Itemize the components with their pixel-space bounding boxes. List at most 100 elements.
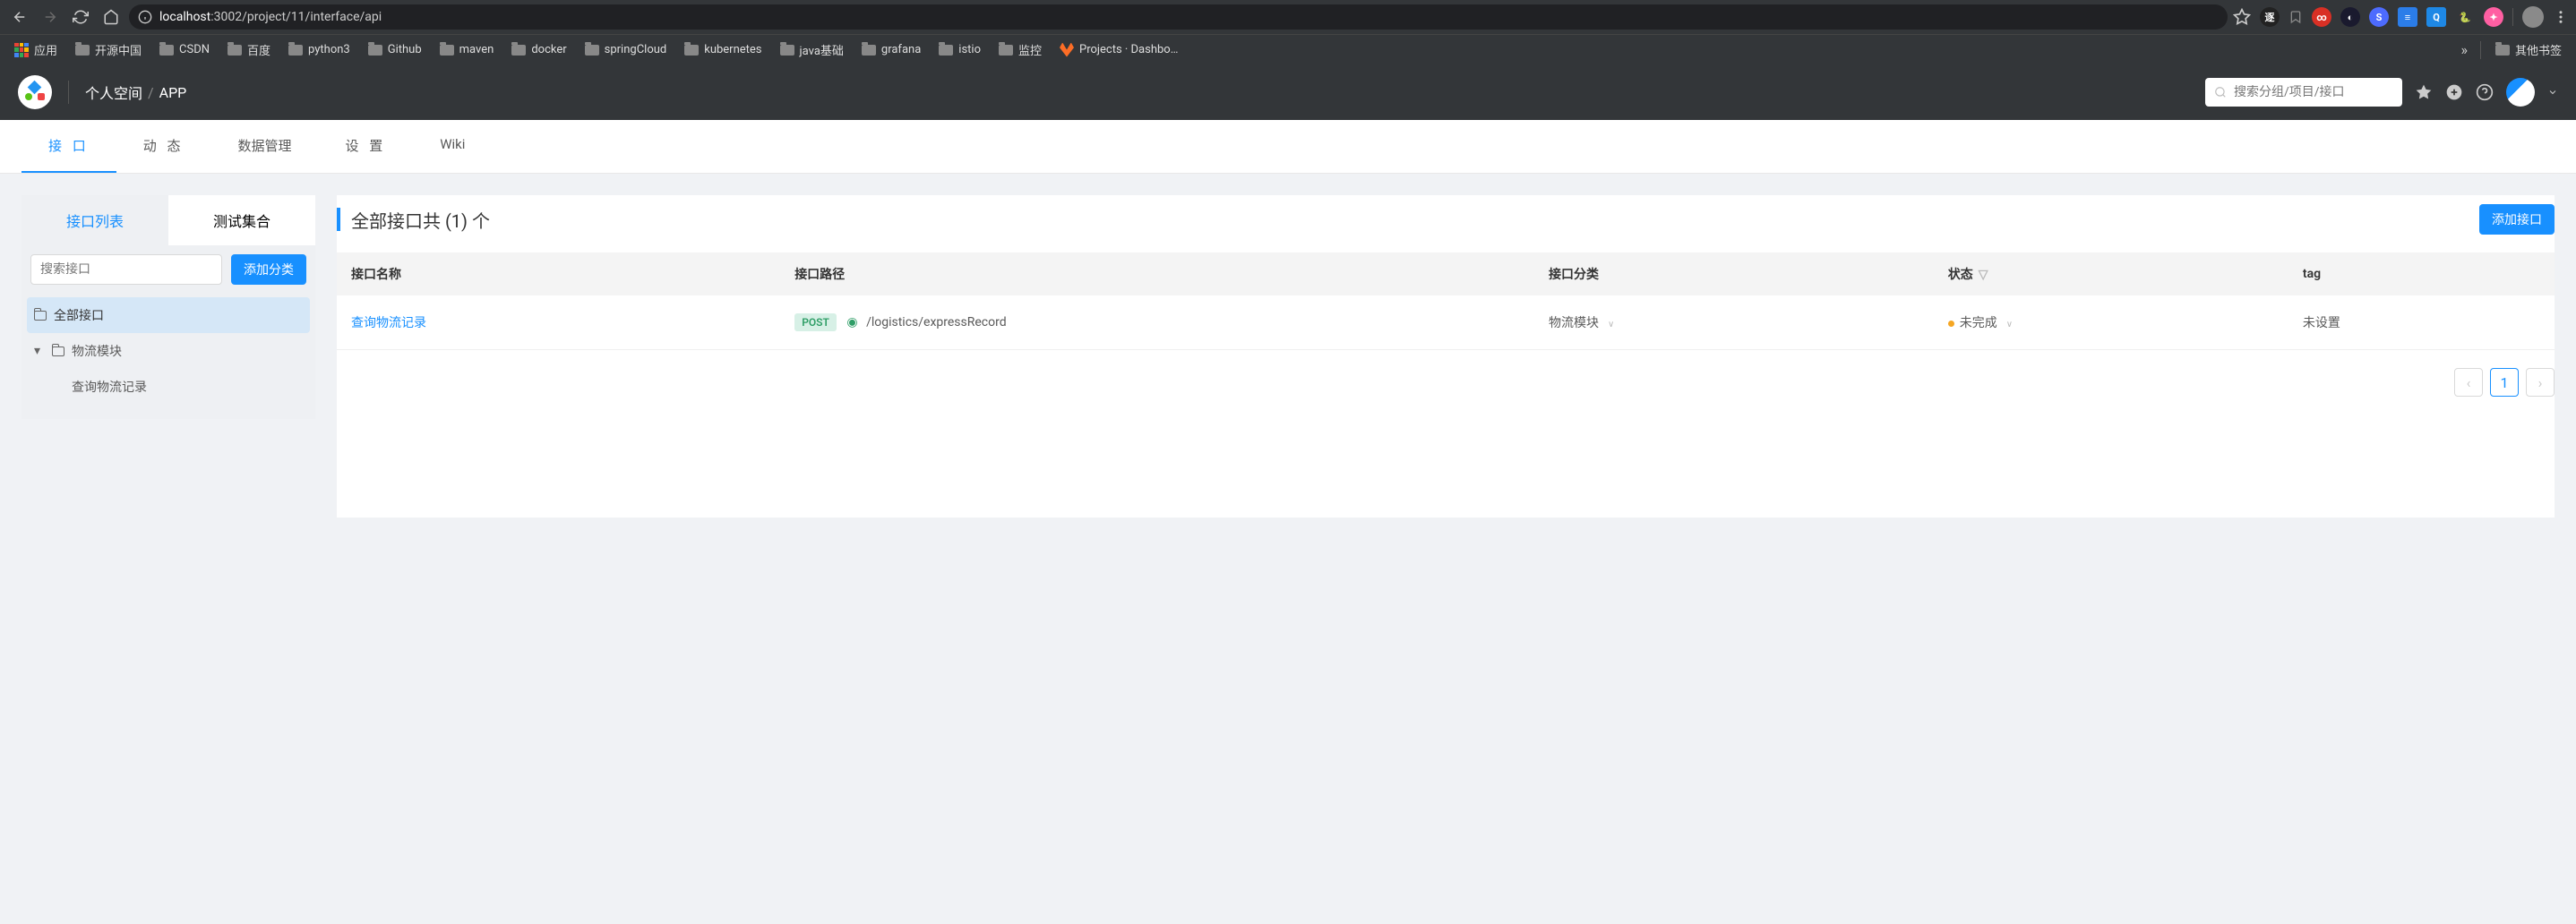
sidebar: 接口列表 测试集合 添加分类 全部接口 ▾ 物流模块 查询物流记录 xyxy=(21,195,315,419)
bookmark-folder[interactable]: istio xyxy=(932,39,988,60)
bookmark-gitlab[interactable]: Projects · Dashbo… xyxy=(1052,39,1185,61)
folder-icon xyxy=(34,311,47,321)
breadcrumb-project[interactable]: APP xyxy=(159,84,187,101)
bookmarks-bar: 应用 开源中国 CSDN 百度 python3 Github maven doc… xyxy=(0,34,2576,64)
page-next[interactable]: › xyxy=(2526,368,2555,397)
bookmark-folder[interactable]: 监控 xyxy=(992,38,1049,62)
app-header: 个人空间 / APP xyxy=(0,64,2576,120)
add-category-button[interactable]: 添加分类 xyxy=(231,254,306,285)
bookmark-folder[interactable]: springCloud xyxy=(578,39,674,60)
tree-label: 查询物流记录 xyxy=(72,378,147,396)
divider xyxy=(68,81,69,104)
back-button[interactable] xyxy=(7,4,32,30)
help-icon[interactable] xyxy=(2476,83,2494,101)
main-title: 全部接口共 (1) 个 xyxy=(351,207,490,233)
project-tabs: 接 口 动 态 数据管理 设 置 Wiki xyxy=(0,120,2576,174)
category-cell[interactable]: 物流模块∨ xyxy=(1534,295,1934,350)
search-input[interactable] xyxy=(2234,85,2393,99)
bookmark-folder[interactable]: maven xyxy=(433,39,502,60)
pagination: ‹ 1 › xyxy=(337,350,2555,415)
reload-button[interactable] xyxy=(68,4,93,30)
table-row: 查询物流记录 POST ◉ /logistics/expressRecord 物… xyxy=(337,295,2555,350)
bookmark-folder[interactable]: java基础 xyxy=(773,38,851,62)
page-number[interactable]: 1 xyxy=(2490,368,2519,397)
user-avatar[interactable] xyxy=(2506,78,2535,107)
star-icon[interactable] xyxy=(2415,83,2433,101)
folder-icon xyxy=(939,45,953,56)
page-prev[interactable]: ‹ xyxy=(2454,368,2483,397)
menu-icon[interactable] xyxy=(2553,9,2569,25)
profile-avatar[interactable] xyxy=(2522,6,2544,28)
extension-icon[interactable]: ≡ xyxy=(2398,7,2417,27)
tab-wiki[interactable]: Wiki xyxy=(413,120,492,173)
browser-toolbar: localhost:3002/project/11/interface/api … xyxy=(0,0,2576,34)
col-name: 接口名称 xyxy=(337,252,780,295)
folder-icon xyxy=(862,45,876,56)
tree-module[interactable]: ▾ 物流模块 xyxy=(21,333,315,369)
bookmark-folder[interactable]: docker xyxy=(504,39,573,60)
apps-label: 应用 xyxy=(34,41,57,58)
tab-data[interactable]: 数据管理 xyxy=(210,120,318,173)
divider xyxy=(2512,8,2513,26)
status-dot xyxy=(1948,321,1954,327)
tree-api-item[interactable]: 查询物流记录 xyxy=(21,369,315,405)
folder-icon xyxy=(368,45,382,56)
sidebar-search-input[interactable] xyxy=(30,254,222,285)
app-logo[interactable] xyxy=(18,75,52,109)
col-tag: tag xyxy=(2288,252,2555,295)
tree-all-apis[interactable]: 全部接口 xyxy=(27,297,310,333)
folder-icon xyxy=(585,45,599,56)
extension-icon[interactable]: Q xyxy=(2426,7,2446,27)
extension-icon[interactable]: S xyxy=(2369,7,2389,27)
bookmarks-overflow[interactable]: » xyxy=(2455,41,2473,58)
extension-icon[interactable]: ◐ xyxy=(2340,7,2360,27)
bookmark-folder[interactable]: python3 xyxy=(281,39,357,60)
col-path: 接口路径 xyxy=(780,252,1534,295)
sidebar-tab-tests[interactable]: 测试集合 xyxy=(168,195,315,245)
breadcrumb-space[interactable]: 个人空间 xyxy=(85,81,142,103)
extension-icon[interactable]: ∞ xyxy=(2312,7,2331,27)
bookmark-icon[interactable] xyxy=(2288,9,2303,25)
folder-icon xyxy=(780,45,794,56)
star-icon[interactable] xyxy=(2233,8,2251,26)
global-search[interactable] xyxy=(2205,78,2402,107)
apps-shortcut[interactable]: 应用 xyxy=(7,38,64,62)
chevron-down-icon[interactable] xyxy=(2547,87,2558,98)
tag-cell: 未设置 xyxy=(2288,295,2555,350)
folder-icon xyxy=(684,45,699,56)
tab-settings[interactable]: 设 置 xyxy=(318,120,413,173)
api-path: /logistics/expressRecord xyxy=(866,315,1007,329)
url-text: localhost:3002/project/11/interface/api xyxy=(159,10,382,24)
bookmark-folder[interactable]: 开源中国 xyxy=(68,38,149,62)
bookmark-folder[interactable]: Github xyxy=(361,39,429,60)
sidebar-tab-list[interactable]: 接口列表 xyxy=(21,195,168,245)
plus-circle-icon[interactable] xyxy=(2445,83,2463,101)
extension-icon[interactable]: 逐 xyxy=(2260,7,2280,27)
col-category: 接口分类 xyxy=(1534,252,1934,295)
breadcrumb: 个人空间 / APP xyxy=(85,81,186,103)
bookmark-folder[interactable]: CSDN xyxy=(152,39,217,60)
add-api-button[interactable]: 添加接口 xyxy=(2479,204,2555,235)
sidebar-tabs: 接口列表 测试集合 xyxy=(21,195,315,245)
extension-icon[interactable]: 🐍 xyxy=(2455,7,2475,27)
bookmark-folder[interactable]: kubernetes xyxy=(677,39,769,60)
address-bar[interactable]: localhost:3002/project/11/interface/api xyxy=(129,4,2228,30)
eye-icon: ◉ xyxy=(846,315,857,329)
bookmark-folder[interactable]: grafana xyxy=(854,39,928,60)
home-button[interactable] xyxy=(99,4,124,30)
status-cell[interactable]: 未完成∨ xyxy=(1934,295,2288,350)
breadcrumb-separator: / xyxy=(148,84,154,101)
main-panel: 全部接口共 (1) 个 添加接口 接口名称 接口路径 接口分类 状态▽ tag … xyxy=(337,195,2555,518)
caret-down-icon: ▾ xyxy=(34,344,45,358)
bookmark-folder[interactable]: 百度 xyxy=(220,38,278,62)
forward-button[interactable] xyxy=(38,4,63,30)
folder-icon xyxy=(2495,45,2510,56)
info-icon xyxy=(138,10,152,24)
api-name-link[interactable]: 查询物流记录 xyxy=(351,316,426,330)
tab-activity[interactable]: 动 态 xyxy=(116,120,211,173)
extension-icon[interactable]: ✦ xyxy=(2484,7,2503,27)
other-bookmarks[interactable]: 其他书签 xyxy=(2488,38,2569,62)
filter-icon[interactable]: ▽ xyxy=(1979,268,1988,282)
folder-icon xyxy=(511,45,526,56)
tab-interface[interactable]: 接 口 xyxy=(21,120,116,173)
